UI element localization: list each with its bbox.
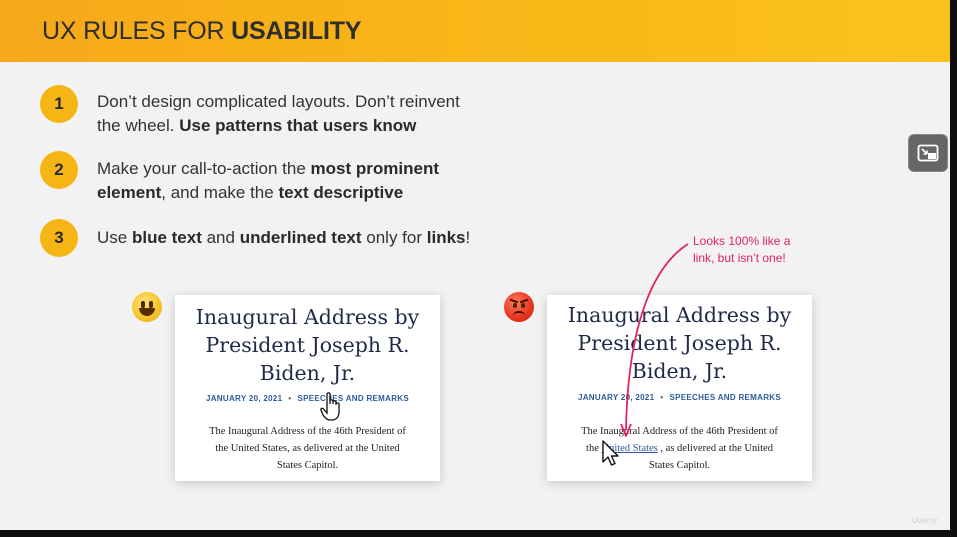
annotation-callout: Looks 100% like a link, but isn’t one! xyxy=(693,234,791,265)
good-example-card: Inaugural Address by President Joseph R.… xyxy=(175,295,440,481)
slide: UX RULES FOR USABILITY 1 Don’t design co… xyxy=(0,0,950,530)
rule-number-badge: 2 xyxy=(40,151,78,189)
rule-text: Use blue text and underlined text only f… xyxy=(97,228,471,247)
rule-text: Don’t design complicated layouts. Don’t … xyxy=(97,92,460,135)
article-title: Inaugural Address by President Joseph R.… xyxy=(567,303,792,383)
article-summary: The Inaugural Address of the 46th Presid… xyxy=(581,426,778,471)
article-date: JANUARY 20, 2021 xyxy=(577,393,655,402)
rule-number-badge: 3 xyxy=(40,219,78,257)
smiling-emoji-icon xyxy=(132,292,162,322)
angry-emoji-icon xyxy=(504,292,534,322)
article-meta: JANUARY 20, 2021 • SPEECHES AND REMARKS xyxy=(205,394,410,403)
picture-in-picture-icon xyxy=(917,144,939,162)
picture-in-picture-button[interactable] xyxy=(908,134,948,172)
watermark: Udemy xyxy=(912,516,938,525)
article-summary: The Inaugural Address of the 46th Presid… xyxy=(209,426,406,471)
arrow-pointer-icon xyxy=(602,440,619,466)
window-edge xyxy=(950,0,957,537)
bad-example-card: Inaugural Address by President Joseph R.… xyxy=(547,295,812,481)
slide-title: UX RULES FOR USABILITY xyxy=(42,17,362,45)
rule-text: Make your call-to-action the most promin… xyxy=(97,159,439,202)
slide-header: UX RULES FOR USABILITY xyxy=(0,0,950,62)
hand-pointer-icon xyxy=(320,392,340,421)
article-meta: JANUARY 20, 2021 • SPEECHES AND REMARKS xyxy=(577,393,782,402)
category-link[interactable]: SPEECHES AND REMARKS xyxy=(298,394,410,403)
category-link[interactable]: SPEECHES AND REMARKS xyxy=(670,393,782,402)
article-date: JANUARY 20, 2021 xyxy=(205,394,283,403)
window-edge xyxy=(0,530,957,537)
rule-number-badge: 1 xyxy=(40,85,78,123)
article-title: Inaugural Address by President Joseph R.… xyxy=(195,305,420,385)
